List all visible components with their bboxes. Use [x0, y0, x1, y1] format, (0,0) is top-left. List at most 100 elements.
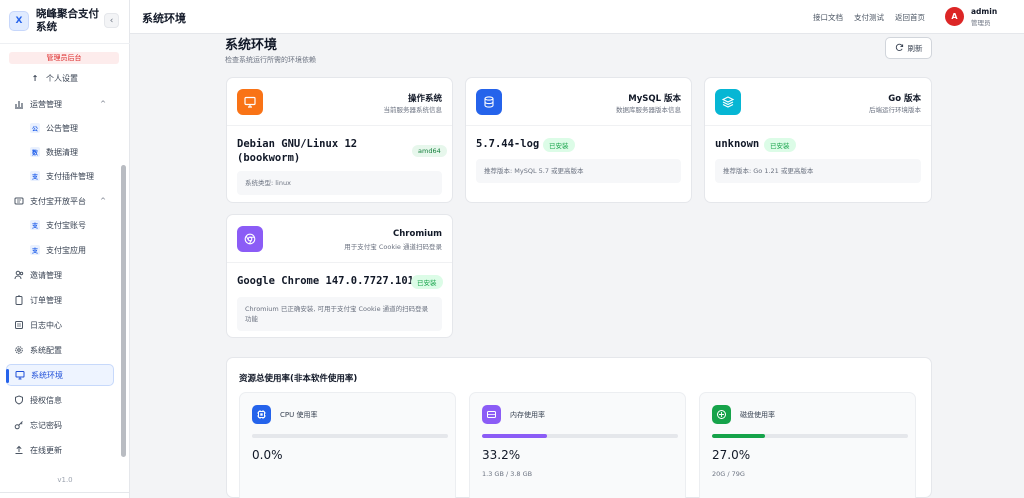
sidebar-item-label: 支付插件管理	[46, 171, 94, 181]
sidebar-item-label: 订单管理	[30, 295, 62, 305]
card-note: 推荐版本: Go 1.21 或更高版本	[715, 159, 921, 183]
sidebar-item-license[interactable]: 授权信息	[6, 390, 114, 410]
person-icon: ↑	[31, 73, 39, 83]
upload-icon	[14, 445, 24, 455]
usage-bar	[482, 434, 678, 438]
sidebar-item-label: 支付宝应用	[46, 245, 86, 255]
announcement-icon: 公	[30, 123, 40, 133]
payment-icon: 支	[30, 220, 40, 230]
payment-test-link[interactable]: 支付测试	[854, 12, 884, 23]
data-icon: 数	[30, 147, 40, 157]
usage-bar	[712, 434, 908, 438]
mysql-card: MySQL 版本 数据库服务器版本信息 5.7.44-log 已安装 推荐版本:…	[465, 77, 692, 203]
card-header: Chromium 用于支付宝 Cookie 通道扫码登录	[227, 215, 452, 263]
database-icon	[476, 89, 502, 115]
user-name[interactable]: admin	[971, 7, 997, 16]
refresh-button[interactable]: 刷新	[885, 37, 932, 59]
sidebar-item-alipay-accounts[interactable]: 支 支付宝账号	[6, 215, 114, 235]
payment-icon: 支	[30, 171, 40, 181]
usage-label: 磁盘使用率	[740, 411, 775, 419]
collapse-sidebar-button[interactable]: ‹	[104, 13, 119, 28]
admin-badge: 管理员后台	[9, 52, 119, 64]
usage-bar	[252, 434, 448, 438]
os-card: 操作系统 当前服务器系统信息 Debian GNU/Linux 12 (book…	[226, 77, 453, 203]
key-icon	[14, 420, 24, 430]
card-note: 推荐版本: MySQL 5.7 或更高版本	[476, 159, 681, 183]
card-subtitle: 后端运行环境版本	[869, 106, 921, 114]
card-subtitle: 当前服务器系统信息	[383, 106, 443, 114]
usage-bar-fill	[482, 434, 548, 438]
card-icon	[14, 196, 24, 206]
sidebar-item-personal-settings[interactable]: ↑ 个人设置	[6, 68, 114, 88]
page-title: 系统环境	[225, 38, 278, 53]
chart-icon	[14, 99, 24, 109]
card-header: MySQL 版本 数据库服务器版本信息	[466, 78, 691, 126]
back-home-link[interactable]: 返回首页	[895, 12, 925, 23]
gear-icon	[14, 345, 24, 355]
sidebar-item-orders[interactable]: 订单管理	[6, 290, 114, 310]
sidebar-item-data-cleanup[interactable]: 数 数据清理	[6, 142, 114, 162]
user-role: 管理员	[971, 19, 991, 27]
sidebar-scrollbar[interactable]	[121, 165, 126, 457]
active-indicator	[6, 369, 9, 383]
log-icon	[14, 320, 24, 330]
sidebar-item-online-update[interactable]: 在线更新	[6, 440, 114, 460]
chevron-up-icon: ^	[100, 197, 106, 205]
installed-badge: 已安装	[764, 138, 796, 152]
sidebar-item-payment-plugins[interactable]: 支 支付插件管理	[6, 166, 114, 186]
sidebar-item-logs[interactable]: 日志中心	[6, 315, 114, 335]
sidebar-item-label: 支付宝开放平台	[30, 196, 86, 206]
top-bar: 系统环境 接口文档 支付测试 返回首页 A admin 管理员	[130, 0, 1024, 34]
avatar[interactable]: A	[945, 7, 964, 26]
disk-icon	[712, 405, 731, 424]
divider	[0, 492, 130, 493]
resource-title: 资源总使用率(非本软件使用率)	[239, 374, 358, 384]
sidebar-item-system-environment[interactable]: 系统环境	[6, 364, 114, 386]
sidebar-item-announcements[interactable]: 公 公告管理	[6, 118, 114, 138]
sidebar-item-label: 在线更新	[30, 445, 62, 455]
sidebar-item-alipay-apps[interactable]: 支 支付宝应用	[6, 240, 114, 260]
sidebar-item-label: 邀请管理	[30, 270, 62, 280]
shield-icon	[14, 395, 24, 405]
usage-label: 内存使用率	[510, 411, 545, 419]
card-subtitle: 用于支付宝 Cookie 通道扫码登录	[344, 243, 442, 251]
card-title: Go 版本	[888, 94, 921, 104]
card-note: Chromium 已正确安装, 可用于支付宝 Cookie 通道的扫码登录功能	[237, 297, 442, 331]
resource-usage-panel: 资源总使用率(非本软件使用率) CPU 使用率 0.0% 内存使用率 33.2%…	[226, 357, 932, 498]
page-subtitle: 检查系统运行所需的环境依赖	[225, 56, 316, 64]
sidebar-item-operations[interactable]: 运营管理 ^	[6, 94, 114, 114]
usage-detail: 1.3 GB / 3.8 GB	[482, 470, 533, 478]
card-subtitle: 数据库服务器版本信息	[616, 106, 681, 114]
refresh-label: 刷新	[907, 43, 923, 53]
monitor-icon	[237, 89, 263, 115]
divider	[0, 43, 130, 44]
card-title: Chromium	[393, 229, 442, 239]
sidebar-item-invitations[interactable]: 邀请管理	[6, 265, 114, 285]
sidebar-item-label: 系统环境	[31, 370, 63, 380]
disk-usage-card: 磁盘使用率 27.0% 20G / 79G	[699, 392, 916, 498]
cpu-usage-card: CPU 使用率 0.0%	[239, 392, 456, 498]
monitor-icon	[15, 370, 25, 380]
sidebar-item-forgot-password[interactable]: 忘记密码	[6, 415, 114, 435]
installed-badge: 已安装	[543, 138, 575, 152]
app-name: 晓峰聚合支付系统	[36, 8, 99, 33]
sidebar-item-system-config[interactable]: 系统配置	[6, 340, 114, 360]
sidebar-item-label: 支付宝账号	[46, 220, 86, 230]
mysql-version-value: 5.7.44-log	[476, 138, 540, 150]
header-title: 系统环境	[142, 12, 186, 25]
card-note: 系统类型: linux	[237, 171, 442, 195]
chromium-card: Chromium 用于支付宝 Cookie 通道扫码登录 Google Chro…	[226, 214, 453, 338]
clipboard-icon	[14, 295, 24, 305]
chromium-version-value: Google Chrome 147.0.7727.101	[237, 275, 415, 287]
layers-icon	[715, 89, 741, 115]
go-card: Go 版本 后端运行环境版本 unknown 已安装 推荐版本: Go 1.21…	[704, 77, 932, 203]
api-docs-link[interactable]: 接口文档	[813, 12, 843, 23]
sidebar-item-label: 授权信息	[30, 395, 62, 405]
usage-detail: 20G / 79G	[712, 470, 745, 478]
sidebar-item-label: 公告管理	[46, 123, 78, 133]
sidebar-item-label: 日志中心	[30, 320, 62, 330]
card-title: 操作系统	[407, 94, 442, 104]
sidebar-item-alipay-open-platform[interactable]: 支付宝开放平台 ^	[6, 191, 114, 211]
arch-badge: amd64	[412, 145, 447, 157]
sidebar-item-label: 运营管理	[30, 99, 62, 109]
